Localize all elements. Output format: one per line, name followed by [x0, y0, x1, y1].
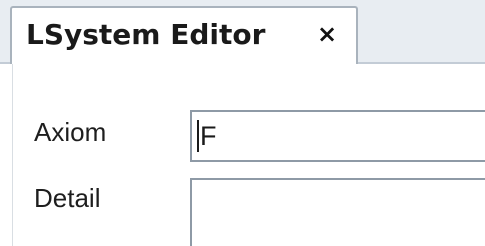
detail-label: Detail — [34, 183, 101, 213]
axiom-input[interactable] — [190, 110, 485, 162]
close-icon[interactable]: × — [312, 19, 342, 49]
editor-tab-strip: LSystem Editor × — [0, 0, 485, 64]
tab-title: LSystem Editor — [26, 18, 266, 51]
tab-lsystem-editor[interactable]: LSystem Editor × — [10, 6, 358, 64]
axiom-label: Axiom — [34, 117, 107, 147]
text-caret — [197, 120, 199, 152]
detail-input[interactable] — [190, 178, 485, 246]
